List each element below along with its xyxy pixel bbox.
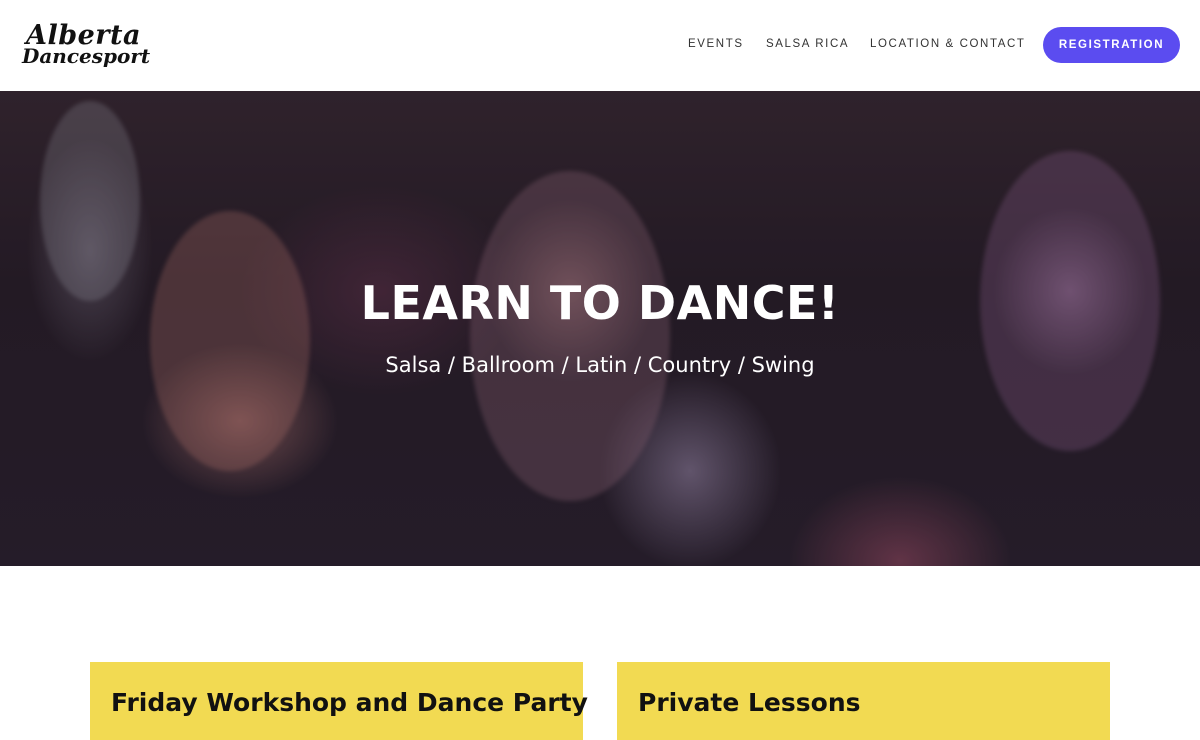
- nav-salsa-rica[interactable]: SALSA RICA: [766, 38, 849, 52]
- nav-location-contact[interactable]: LOCATION & CONTACT: [870, 38, 1026, 52]
- hero-subtitle: Salsa / Ballroom / Latin / Country / Swi…: [385, 353, 815, 377]
- alberta-dancesport-logo[interactable]: Alberta Dancesport: [20, 20, 170, 72]
- site-header: Alberta Dancesport EVENTS SALSA RICA LOC…: [0, 0, 1200, 91]
- card-private-lessons[interactable]: Private Lessons: [617, 662, 1110, 740]
- registration-button[interactable]: REGISTRATION: [1043, 27, 1180, 63]
- nav-events[interactable]: EVENTS: [688, 38, 744, 52]
- card-title: Private Lessons: [638, 688, 861, 717]
- card-title: Friday Workshop and Dance Party: [111, 688, 588, 717]
- logo-line-2: Dancesport: [22, 44, 151, 68]
- card-friday-workshop[interactable]: Friday Workshop and Dance Party: [90, 662, 588, 740]
- hero-title: LEARN TO DANCE!: [360, 276, 840, 330]
- hero-banner: LEARN TO DANCE! Salsa / Ballroom / Latin…: [0, 91, 1200, 566]
